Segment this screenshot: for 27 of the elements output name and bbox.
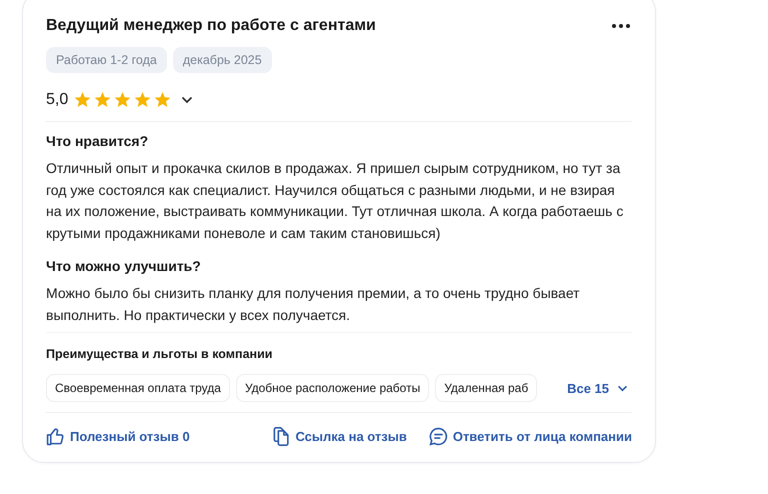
tag: Работаю 1-2 года	[46, 47, 167, 73]
review-text: Отличный опыт и прокачка скилов в продажах. Я пришел сырым сотрудником, но тут за год уже состоялся как специалист. Научился общаться с разными людьми, и не взирая на их положение, выстраивать коммуникации. Тут отличная школа. А когда работаешь с крутыми продажниками поневоле и сам таким становишься)	[46, 159, 624, 243]
perk-chip: Удаленная раб	[435, 374, 538, 402]
rating-value: 5,0	[46, 91, 68, 109]
review-title: Ведущий менеджер по работе с агентами	[46, 17, 376, 35]
perks-heading: Преимущества и льготы в компании	[46, 347, 274, 361]
tag: декабрь 2025	[172, 47, 272, 73]
review-text: Можно было бы снизить планку для получения премии, а то очень трудно бывает выполнить. Но практически у всех получается.	[46, 284, 581, 325]
perk-chip: Своевременная оплата труда	[46, 374, 230, 402]
chevron-down-icon[interactable]	[181, 96, 194, 104]
review-link-button[interactable]: Ссылка на отзыв	[273, 427, 407, 446]
section-heading: Что можно улучшить?	[46, 258, 202, 274]
more-icon[interactable]	[612, 24, 630, 28]
star-icon	[154, 92, 172, 108]
chevron-down-icon	[617, 384, 628, 392]
show-all-button[interactable]: Все 15	[567, 380, 632, 396]
perk-chip: Удобное расположение работы	[236, 374, 430, 402]
thumbs-up-icon	[46, 427, 65, 446]
reply-button[interactable]: Ответить от лица компании	[428, 427, 632, 446]
star-icon	[74, 92, 92, 108]
helpful-button[interactable]: Полезный отзыв 0	[46, 427, 190, 446]
star-icon	[114, 92, 132, 108]
chat-bubble-icon	[428, 427, 448, 446]
star-icon	[94, 92, 112, 108]
star-icon	[134, 92, 152, 108]
copy-icon	[273, 427, 290, 446]
section-heading: Что нравится?	[46, 133, 150, 149]
